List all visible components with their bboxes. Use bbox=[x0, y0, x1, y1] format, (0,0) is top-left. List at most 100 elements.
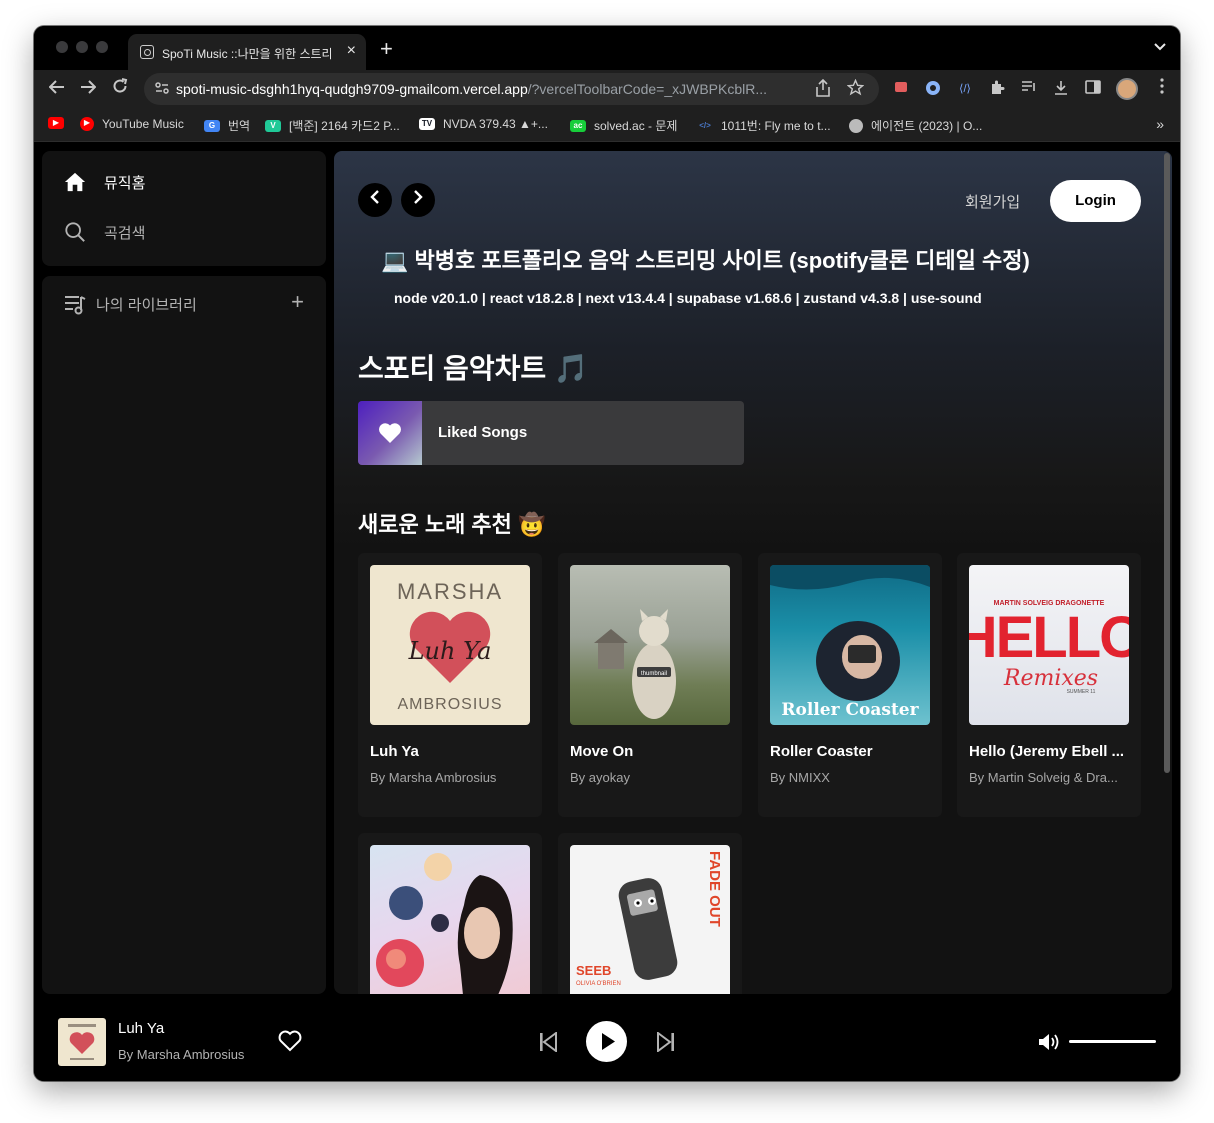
song-card[interactable]: Roller Coaster Roller Coaster By NMIXX bbox=[758, 553, 942, 817]
song-card[interactable]: FADE OUT SEEB OLIVIA O'BRIEN bbox=[558, 833, 742, 994]
browser-toolbar: spoti-music-dsghh1hyq-qudgh9709-gmailcom… bbox=[34, 70, 1180, 108]
bookmark-label: [백준] 2164 카드2 P... bbox=[289, 119, 400, 133]
profile-avatar[interactable] bbox=[1116, 78, 1138, 100]
cover-text-mid: Luh Ya bbox=[408, 637, 492, 665]
cover-sub: Remixes bbox=[1003, 666, 1098, 691]
site-info-icon[interactable] bbox=[154, 80, 172, 98]
extension-lens-icon[interactable] bbox=[924, 80, 942, 98]
next-track-icon[interactable] bbox=[657, 1031, 675, 1057]
main-scrollbar[interactable] bbox=[1164, 153, 1170, 773]
code-icon: </> bbox=[699, 120, 711, 130]
url-path: /?vercelToolbarCode=_xJWBPKcblR... bbox=[527, 81, 768, 97]
album-cover: MARTIN SOLVEIG DRAGONETTE HELLO Remixes … bbox=[969, 565, 1129, 725]
cover-seeb: SEEB bbox=[576, 963, 611, 978]
browser-menu-icon[interactable] bbox=[1160, 78, 1164, 99]
bookmark-label: solved.ac - 문제 bbox=[594, 119, 678, 133]
like-heart-icon[interactable] bbox=[278, 1030, 302, 1057]
window-close-button[interactable] bbox=[56, 41, 68, 53]
tab-strip: SpoTi Music ::나만을 위한 스트리밍 × + bbox=[34, 26, 1180, 70]
bookmark-label: NVDA 379.43 ▲+... bbox=[443, 117, 548, 131]
bookmark-translate[interactable]: G 번역 bbox=[204, 117, 250, 134]
add-library-button[interactable]: + bbox=[291, 290, 304, 314]
sidebar-library: 나의 라이브러리 + bbox=[42, 276, 326, 994]
library-header[interactable]: 나의 라이브러리 bbox=[64, 294, 197, 315]
youtube-music-icon: ▶ bbox=[80, 117, 94, 131]
media-queue-icon[interactable] bbox=[1020, 80, 1038, 98]
chart-title-text: 스포티 음악차트 bbox=[358, 353, 547, 384]
cover-tag: thumbnail bbox=[641, 671, 667, 677]
chevron-right-icon bbox=[414, 190, 423, 204]
album-cover: thumbnail bbox=[570, 565, 730, 725]
heart-filled-icon bbox=[379, 423, 401, 443]
cover-text-bottom: AMBROSIUS bbox=[397, 696, 502, 713]
share-icon[interactable] bbox=[816, 78, 830, 102]
extensions-puzzle-icon[interactable] bbox=[988, 80, 1006, 98]
google-translate-icon: G bbox=[204, 119, 220, 132]
new-tab-button[interactable]: + bbox=[380, 38, 393, 60]
address-bar[interactable]: spoti-music-dsghh1hyq-qudgh9709-gmailcom… bbox=[144, 73, 879, 105]
search-icon bbox=[64, 221, 86, 243]
history-forward-button[interactable] bbox=[401, 183, 435, 217]
bookmark-youtube[interactable]: ▶ bbox=[48, 117, 64, 129]
side-panel-icon[interactable] bbox=[1084, 80, 1102, 98]
tab-favicon-icon bbox=[140, 45, 154, 59]
browser-tab[interactable]: SpoTi Music ::나만을 위한 스트리밍 × bbox=[128, 34, 366, 70]
bookmark-star-icon[interactable] bbox=[846, 78, 865, 101]
cover-fade-out: FADE OUT bbox=[706, 851, 723, 927]
bookmark-tradingview[interactable]: TV NVDA 379.43 ▲+... bbox=[419, 117, 548, 131]
song-title: Hello (Jeremy Ebell ... bbox=[969, 743, 1125, 760]
cover-title: Roller Coaster bbox=[781, 700, 919, 720]
bookmarks-more-button[interactable]: » bbox=[1156, 116, 1164, 132]
volume-slider[interactable] bbox=[1069, 1040, 1156, 1043]
velog-icon: V bbox=[265, 119, 281, 132]
url-host: spoti-music-dsghh1hyq-qudgh9709-gmailcom… bbox=[176, 81, 528, 97]
bookmark-baekjoon[interactable]: </> 1011번: Fly me to t... bbox=[697, 117, 830, 134]
song-card[interactable]: thumbnail Move On By ayokay bbox=[558, 553, 742, 817]
song-artist: By ayokay bbox=[570, 770, 630, 785]
extension-devtools-icon[interactable]: ⟨/⟩ bbox=[956, 80, 974, 98]
extension-1-icon[interactable] bbox=[892, 80, 910, 98]
new-songs-section-title: 새로운 노래 추천 🤠 bbox=[358, 512, 546, 537]
home-icon bbox=[64, 171, 86, 193]
bookmark-label: 번역 bbox=[228, 119, 251, 133]
now-playing-title: Luh Ya bbox=[118, 1020, 165, 1037]
album-cover: FADE OUT SEEB OLIVIA O'BRIEN bbox=[570, 845, 730, 994]
album-cover: MARSHA Luh Ya AMBROSIUS bbox=[370, 565, 530, 725]
song-title: Move On bbox=[570, 743, 634, 760]
bookmarks-bar: ▶ ▶ YouTube Music G 번역 V [백준] 2164 카드2 P...… bbox=[34, 108, 1180, 142]
library-title: 나의 라이브러리 bbox=[96, 297, 197, 314]
login-button[interactable]: Login bbox=[1050, 180, 1141, 222]
play-icon bbox=[602, 1033, 615, 1050]
song-card[interactable]: MARSHA Luh Ya AMBROSIUS Luh Ya By Marsha… bbox=[358, 553, 542, 817]
song-title: Luh Ya bbox=[370, 743, 419, 760]
play-button[interactable] bbox=[586, 1021, 627, 1062]
sidebar-item-label: 뮤직홈 bbox=[104, 174, 146, 192]
song-card[interactable]: MARTIN SOLVEIG DRAGONETTE HELLO Remixes … bbox=[957, 553, 1141, 817]
liked-songs-tile[interactable]: Liked Songs bbox=[358, 401, 744, 465]
solvedac-icon: ac bbox=[570, 119, 586, 132]
cover-seeb-feat: OLIVIA O'BRIEN bbox=[576, 981, 621, 987]
reload-icon[interactable] bbox=[109, 78, 131, 98]
player-bar: Luh Ya By Marsha Ambrosius bbox=[34, 994, 1180, 1081]
tab-search-chevron-icon[interactable] bbox=[1154, 40, 1166, 54]
bookmark-agent[interactable]: 에이전트 (2023) | O... bbox=[849, 117, 982, 134]
tab-close-icon[interactable]: × bbox=[347, 41, 356, 61]
window-zoom-button[interactable] bbox=[96, 41, 108, 53]
bookmark-youtube-music[interactable]: ▶ YouTube Music bbox=[80, 117, 184, 131]
sidebar-item-search[interactable]: 곡검색 bbox=[64, 221, 145, 243]
bookmark-solvedac[interactable]: ac solved.ac - 문제 bbox=[570, 117, 677, 134]
previous-track-icon[interactable] bbox=[539, 1031, 557, 1057]
sidebar-item-home[interactable]: 뮤직홈 bbox=[64, 171, 145, 193]
window-minimize-button[interactable] bbox=[76, 41, 88, 53]
bookmark-velog[interactable]: V [백준] 2164 카드2 P... bbox=[265, 117, 400, 134]
back-arrow-icon[interactable] bbox=[46, 78, 68, 98]
download-icon[interactable] bbox=[1052, 80, 1070, 98]
album-cover bbox=[370, 845, 530, 994]
tradingview-icon: TV bbox=[419, 118, 435, 130]
forward-arrow-icon[interactable] bbox=[77, 78, 99, 98]
volume-icon[interactable] bbox=[1037, 1032, 1061, 1057]
signup-button[interactable]: 회원가입 bbox=[965, 191, 1020, 212]
history-back-button[interactable] bbox=[358, 183, 392, 217]
song-card[interactable] bbox=[358, 833, 542, 994]
cover-text-top: MARSHA bbox=[397, 579, 503, 604]
